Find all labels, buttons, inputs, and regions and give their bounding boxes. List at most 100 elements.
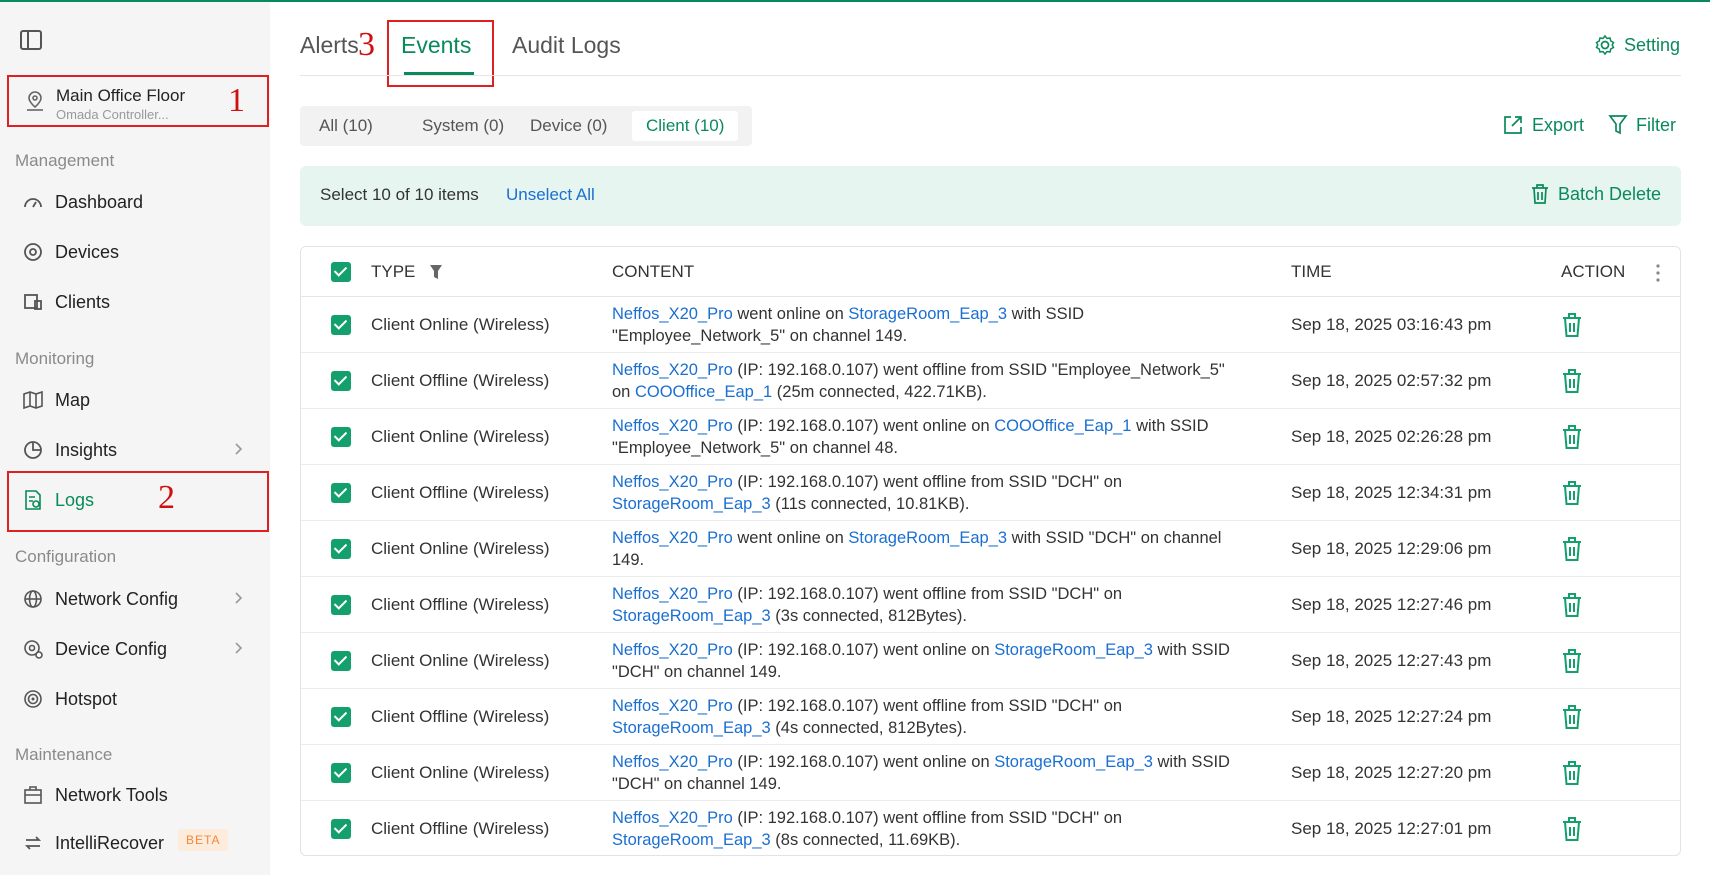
event-time: Sep 18, 2025 12:34:31 pm (1291, 483, 1492, 502)
chevron-right-icon (235, 443, 243, 455)
setting-label: Setting (1623, 34, 1680, 55)
row-checkbox[interactable] (331, 483, 351, 503)
filter-client[interactable]: Client (10) (632, 111, 739, 141)
devices-icon (24, 243, 42, 261)
annotation-box-2 (7, 471, 269, 532)
more-options-icon[interactable] (1656, 264, 1660, 282)
select-all-checkbox[interactable] (331, 262, 351, 282)
content-link[interactable]: Neffos_X20_Pro (612, 641, 733, 659)
setting-button[interactable]: Setting (1594, 34, 1680, 56)
event-time: Sep 18, 2025 02:57:32 pm (1291, 371, 1492, 390)
sidebar-item-hotspot[interactable]: Hotspot (8, 676, 262, 722)
delete-icon[interactable] (1561, 368, 1583, 394)
batch-delete-button[interactable]: Batch Delete (1530, 183, 1661, 205)
content-link[interactable]: Neffos_X20_Pro (612, 809, 733, 827)
filter-button[interactable]: Filter (1608, 114, 1676, 136)
row-checkbox[interactable] (331, 651, 351, 671)
row-checkbox[interactable] (331, 595, 351, 615)
row-checkbox[interactable] (331, 427, 351, 447)
export-button[interactable]: Export (1502, 114, 1584, 136)
delete-icon[interactable] (1561, 592, 1583, 618)
table-row: Client Online (Wireless) Neffos_X20_Pro w… (301, 297, 1680, 353)
delete-icon[interactable] (1561, 760, 1583, 786)
table-row: Client Online (Wireless) Neffos_X20_Pro (… (301, 745, 1680, 801)
delete-icon[interactable] (1561, 480, 1583, 506)
table-row: Client Online (Wireless) Neffos_X20_Pro (… (301, 633, 1680, 689)
delete-icon[interactable] (1561, 312, 1583, 338)
tab-alerts[interactable]: Alerts (300, 32, 359, 59)
sidebar-item-label: Clients (55, 292, 111, 312)
annotation-number-1: 1 (228, 82, 245, 119)
content-link[interactable]: StorageRoom_Eap_3 (994, 641, 1153, 659)
sidebar-item-label: Device Config (55, 639, 168, 659)
sidebar-item-map[interactable]: Map (8, 377, 262, 423)
sidebar-item-dashboard[interactable]: Dashboard (8, 179, 262, 225)
table-row: Client Offline (Wireless) Neffos_X20_Pro … (301, 801, 1680, 855)
content-link[interactable]: Neffos_X20_Pro (612, 417, 733, 435)
content-link[interactable]: Neffos_X20_Pro (612, 361, 733, 379)
content-text: (25m connected, 422.71KB). (772, 383, 987, 401)
sidebar-item-label: IntelliRecover (55, 833, 165, 853)
event-content: Neffos_X20_Pro went online on StorageRoo… (612, 303, 1232, 347)
row-checkbox[interactable] (331, 371, 351, 391)
filter-all[interactable]: All (10) (305, 111, 387, 141)
event-time: Sep 18, 2025 12:27:24 pm (1291, 707, 1492, 726)
event-type: Client Online (Wireless) (371, 539, 550, 558)
section-monitoring: Monitoring (15, 349, 95, 368)
content-link[interactable]: StorageRoom_Eap_3 (612, 831, 771, 849)
sidebar-item-network-config[interactable]: Network Config (8, 576, 262, 622)
table-row: Client Offline (Wireless) Neffos_X20_Pro … (301, 577, 1680, 633)
column-time[interactable]: TIME (1291, 262, 1332, 282)
sidebar-item-clients[interactable]: Clients (8, 279, 262, 325)
delete-icon[interactable] (1561, 424, 1583, 450)
sidebar-item-label: Insights (55, 440, 118, 460)
content-link[interactable]: StorageRoom_Eap_3 (848, 529, 1007, 547)
content-link[interactable]: Neffos_X20_Pro (612, 529, 733, 547)
row-checkbox[interactable] (331, 707, 351, 727)
row-checkbox[interactable] (331, 315, 351, 335)
sidebar-item-label: Devices (55, 242, 120, 262)
event-content: Neffos_X20_Pro (IP: 192.168.0.107) went … (612, 359, 1232, 403)
sidebar-item-insights[interactable]: Insights (8, 427, 262, 473)
column-filter-icon[interactable] (430, 265, 442, 279)
content-link[interactable]: COOOffice_Eap_1 (635, 383, 772, 401)
content-link[interactable]: StorageRoom_Eap_3 (994, 753, 1153, 771)
content-text: (IP: 192.168.0.107) went offline from SS… (732, 809, 1123, 827)
content-link[interactable]: StorageRoom_Eap_3 (612, 719, 771, 737)
content-link[interactable]: Neffos_X20_Pro (612, 697, 733, 715)
content-link[interactable]: Neffos_X20_Pro (612, 473, 733, 491)
delete-icon[interactable] (1561, 704, 1583, 730)
delete-icon[interactable] (1561, 816, 1583, 842)
event-type: Client Online (Wireless) (371, 651, 550, 670)
filter-device[interactable]: Device (0) (516, 111, 621, 141)
row-checkbox[interactable] (331, 763, 351, 783)
delete-icon[interactable] (1561, 648, 1583, 674)
row-checkbox[interactable] (331, 819, 351, 839)
sidebar-item-intellirecover[interactable]: IntelliRecover BETA (8, 820, 262, 866)
sidebar-item-device-config[interactable]: Device Config (8, 626, 262, 672)
sidebar-item-network-tools[interactable]: Network Tools (8, 772, 262, 818)
content-link[interactable]: Neffos_X20_Pro (612, 753, 733, 771)
content-link[interactable]: COOOffice_Eap_1 (994, 417, 1131, 435)
tabs-divider (300, 75, 1681, 76)
content-link[interactable]: Neffos_X20_Pro (612, 305, 733, 323)
event-content: Neffos_X20_Pro went online on StorageRoo… (612, 527, 1232, 571)
sidebar-toggle-icon[interactable] (20, 30, 42, 50)
content-link[interactable]: StorageRoom_Eap_3 (612, 607, 771, 625)
unselect-all-link[interactable]: Unselect All (506, 185, 595, 205)
filter-system[interactable]: System (0) (408, 111, 518, 141)
content-link[interactable]: StorageRoom_Eap_3 (848, 305, 1007, 323)
row-checkbox[interactable] (331, 539, 351, 559)
column-type[interactable]: TYPE (371, 262, 415, 282)
device-config-icon (24, 640, 43, 659)
table-row: Client Offline (Wireless) Neffos_X20_Pro … (301, 689, 1680, 745)
recover-icon (24, 836, 42, 850)
event-time: Sep 18, 2025 12:29:06 pm (1291, 539, 1492, 558)
content-link[interactable]: Neffos_X20_Pro (612, 585, 733, 603)
tab-audit-logs[interactable]: Audit Logs (512, 32, 621, 59)
delete-icon[interactable] (1561, 536, 1583, 562)
tab-events[interactable]: Events (401, 32, 471, 59)
event-type: Client Online (Wireless) (371, 427, 550, 446)
content-link[interactable]: StorageRoom_Eap_3 (612, 495, 771, 513)
sidebar-item-devices[interactable]: Devices (8, 229, 262, 275)
